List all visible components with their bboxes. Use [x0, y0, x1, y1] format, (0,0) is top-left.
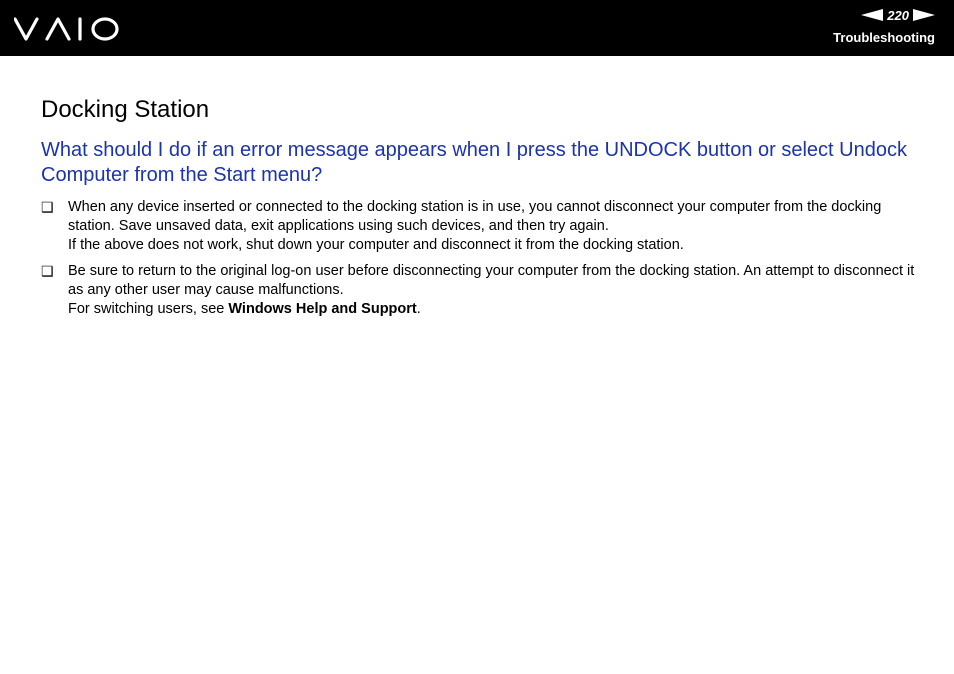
paragraph: When any device inserted or connected to… — [68, 199, 882, 234]
list-item-text: Be sure to return to the original log-on… — [68, 262, 921, 319]
question-heading: What should I do if an error message app… — [41, 139, 907, 186]
checkbox-bullet-icon: ❑ — [41, 263, 54, 279]
paragraph: For switching users, see Windows Help an… — [68, 300, 921, 319]
header-bar: 220 Troubleshooting — [0, 0, 954, 56]
arrow-left-icon[interactable] — [861, 9, 884, 21]
help-reference: Windows Help and Support — [228, 301, 417, 317]
vaio-logo — [14, 17, 119, 41]
answer-list: ❑ When any device inserted or connected … — [41, 198, 921, 326]
arrow-right-icon[interactable] — [913, 9, 935, 21]
paragraph: Be sure to return to the original log-on… — [68, 263, 915, 298]
section-label: Troubleshooting — [833, 30, 935, 45]
reference-suffix: . — [416, 301, 421, 317]
checkbox-bullet-icon: ❑ — [41, 199, 54, 215]
page-number: 220 — [887, 7, 909, 23]
reference-prefix: For switching users, see — [68, 301, 229, 317]
list-item: ❑ Be sure to return to the original log-… — [41, 262, 921, 319]
list-item: ❑ When any device inserted or connected … — [41, 198, 921, 255]
page-navigation: 220 — [861, 7, 935, 23]
list-item-text: When any device inserted or connected to… — [68, 198, 921, 255]
paragraph: If the above does not work, shut down yo… — [68, 237, 684, 253]
page-title: Docking Station — [41, 96, 210, 123]
